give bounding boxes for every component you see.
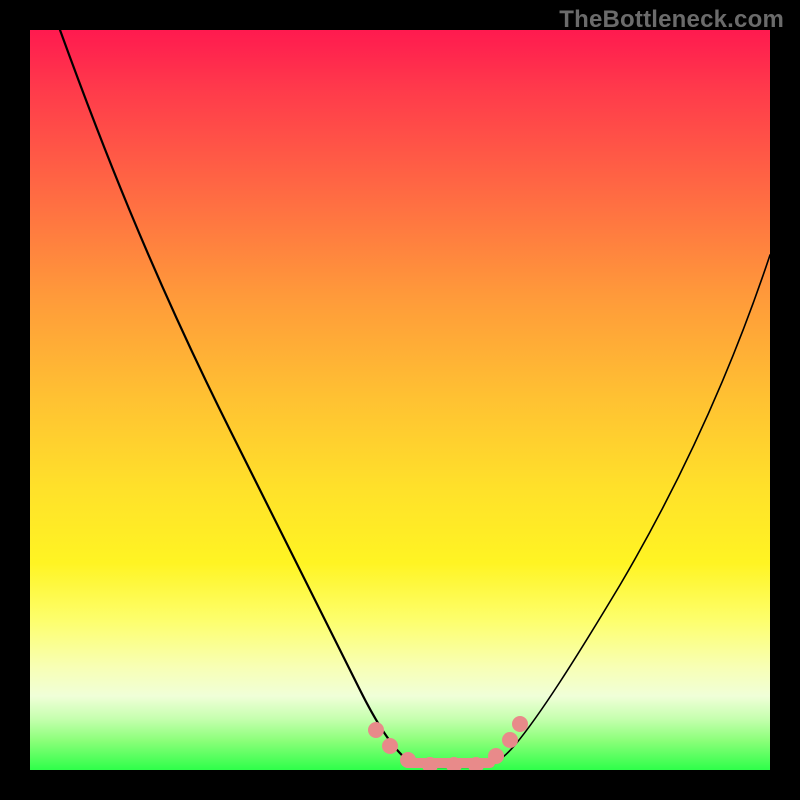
chart-marker: [502, 732, 518, 748]
chart-marker: [400, 752, 416, 768]
chart-svg: [30, 30, 770, 770]
chart-marker: [368, 722, 384, 738]
watermark-text: TheBottleneck.com: [559, 6, 784, 34]
chart-frame: TheBottleneck.com: [0, 0, 800, 800]
curve-right-branch: [482, 255, 770, 767]
chart-marker: [512, 716, 528, 732]
chart-plot-area: [30, 30, 770, 770]
curve-left-branch: [60, 30, 428, 767]
chart-marker: [382, 738, 398, 754]
chart-marker: [488, 748, 504, 764]
